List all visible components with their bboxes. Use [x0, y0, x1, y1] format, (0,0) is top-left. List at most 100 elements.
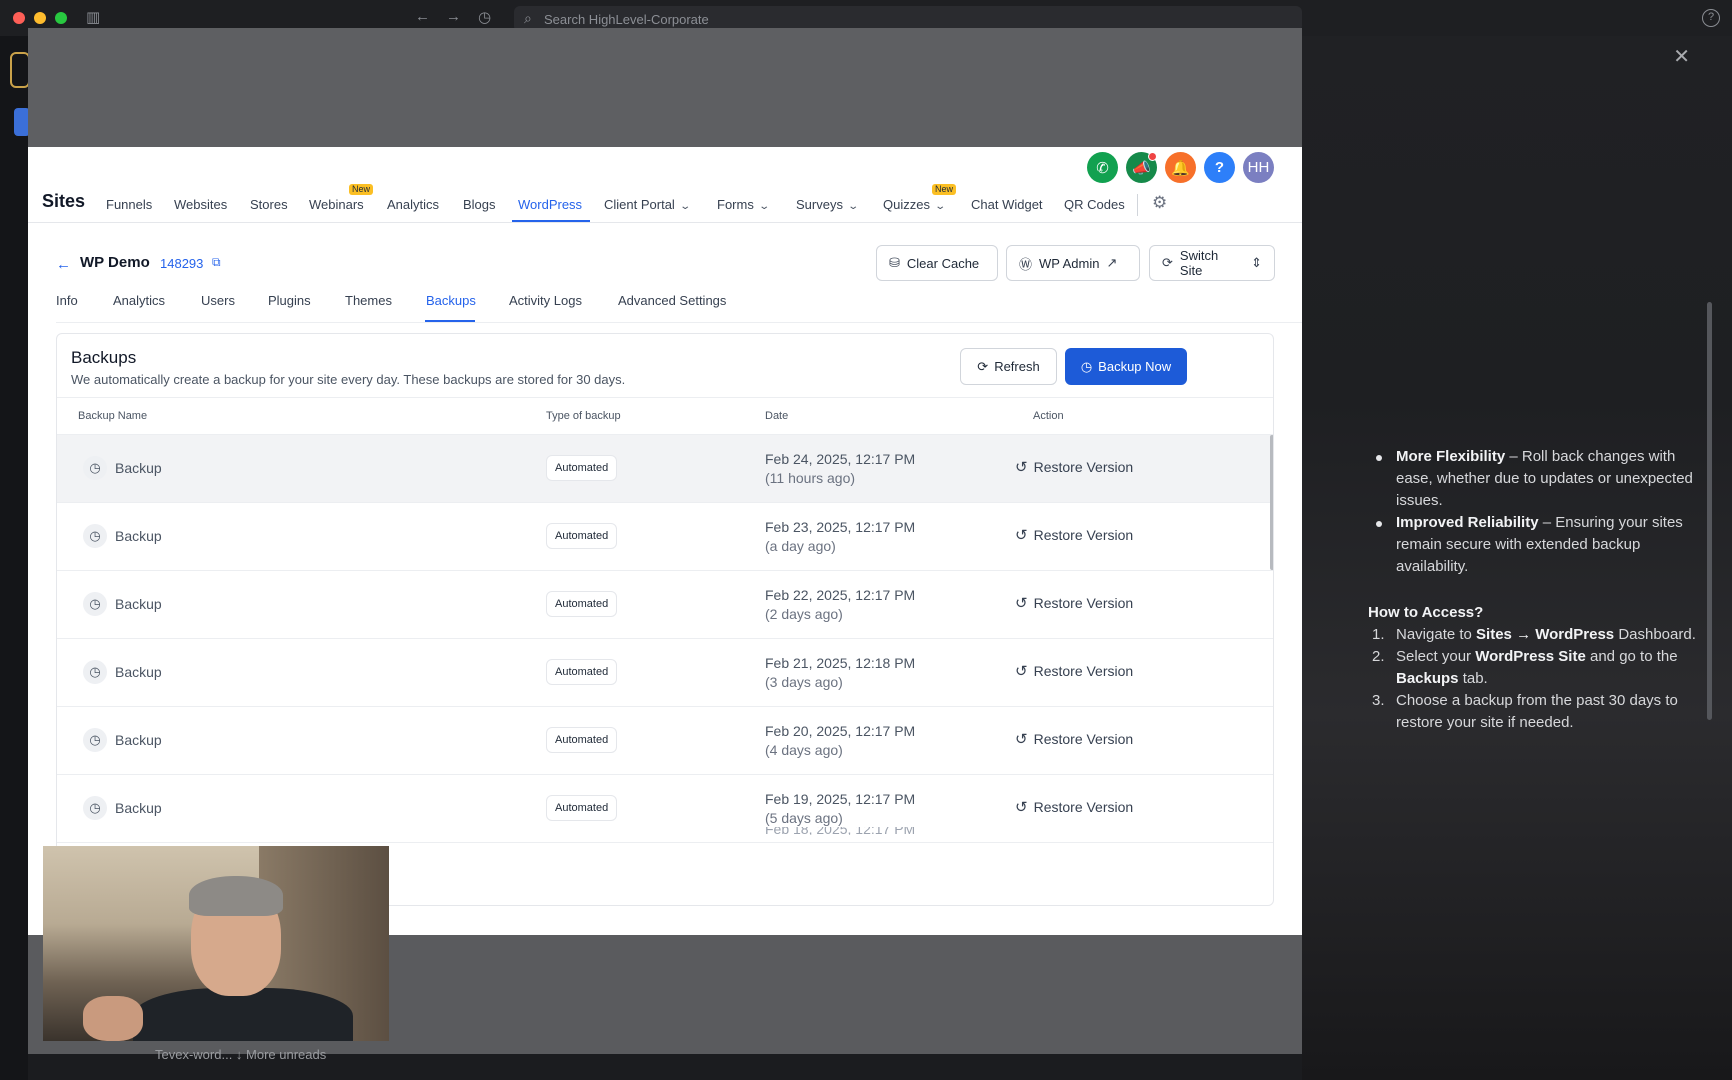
background-app-icon	[10, 52, 30, 88]
clock-icon: ◷	[83, 660, 107, 684]
tab-themes[interactable]: Themes	[345, 293, 392, 308]
nav-item-blogs[interactable]: Blogs	[463, 197, 496, 212]
tab-info[interactable]: Info	[56, 293, 78, 308]
chevron-down-icon: ⌄	[758, 201, 770, 212]
backup-name: Backup	[115, 800, 162, 816]
search-icon: ⌕	[524, 10, 532, 26]
zoom-window-button[interactable]	[55, 12, 67, 24]
avatar[interactable]: HH	[1243, 152, 1274, 183]
backup-now-button[interactable]: ◷ Backup Now	[1065, 348, 1187, 385]
new-badge: New	[932, 184, 957, 195]
help-button[interactable]: ?	[1204, 152, 1235, 183]
help-icon[interactable]: ?	[1702, 9, 1720, 27]
backup-relative-date: (3 days ago)	[765, 674, 843, 690]
restore-icon: ↺	[1015, 527, 1028, 544]
nav-item-chat-widget[interactable]: Chat Widget	[971, 197, 1043, 212]
site-tabs: Info Analytics Users Plugins Themes Back…	[28, 287, 1302, 323]
benefits-list: More Flexibility – Roll back changes wit…	[1368, 446, 1698, 578]
section-title: Backups	[71, 348, 137, 367]
restore-icon: ↺	[1015, 459, 1028, 476]
nav-item-wordpress[interactable]: WordPress	[518, 197, 582, 212]
tab-users[interactable]: Users	[201, 293, 235, 308]
megaphone-icon[interactable]: 📣	[1126, 152, 1157, 183]
backup-name: Backup	[115, 528, 162, 544]
phone-icon[interactable]: ✆	[1087, 152, 1118, 183]
step-item: 1. Navigate to Sites → WordPress Dashboar…	[1372, 626, 1696, 643]
restore-version-button[interactable]: ↺ Restore Version	[1015, 526, 1133, 544]
backup-date: Feb 19, 2025, 12:17 PM	[765, 791, 916, 807]
minimize-window-button[interactable]	[34, 12, 46, 24]
tab-activity-logs[interactable]: Activity Logs	[509, 293, 582, 308]
nav-item-client-portal[interactable]: Client Portal ⌄	[604, 197, 691, 212]
database-icon: ⛁	[889, 255, 900, 270]
close-window-button[interactable]	[13, 12, 25, 24]
wordpress-icon: Ⓦ	[1019, 256, 1033, 272]
section-description: We automatically create a backup for you…	[71, 372, 626, 387]
backup-relative-date: (11 hours ago)	[765, 470, 856, 486]
refresh-icon: ⟳	[977, 358, 989, 374]
site-id: 148293	[160, 256, 204, 271]
switch-site-button[interactable]: ⟳ Switch Site ⇕	[1149, 245, 1275, 281]
nav-item-qr-codes[interactable]: QR Codes	[1064, 197, 1125, 212]
clock-icon: ◷	[1080, 358, 1093, 374]
nav-divider	[1137, 194, 1138, 216]
nav-item-forms[interactable]: Forms ⌄	[717, 197, 770, 212]
table-row: ◷ Backup Automated Feb 21, 2025, 12:18 P…	[57, 639, 1273, 707]
nav-item-stores[interactable]: Stores	[250, 197, 288, 212]
backup-type-badge: Automated	[546, 659, 618, 685]
active-nav-indicator	[512, 220, 590, 222]
clock-icon: ◷	[83, 456, 107, 480]
table-row: ◷ Backup Automated Feb 19, 2025, 12:17 P…	[57, 775, 1273, 843]
steps-list: 1. Navigate to Sites → WordPress Dashboar…	[1368, 624, 1698, 734]
nav-item-funnels[interactable]: Funnels	[106, 197, 152, 212]
step-item: 2. Select your WordPress Site and go to t…	[1372, 648, 1678, 687]
wp-admin-label: WP Admin	[1039, 255, 1100, 271]
nav-item-websites[interactable]: Websites	[174, 197, 227, 212]
tab-advanced-settings[interactable]: Advanced Settings	[618, 293, 726, 308]
tab-backups[interactable]: Backups	[426, 293, 476, 308]
history-icon[interactable]: ◷	[478, 8, 491, 26]
nav-item-quizzes[interactable]: Quizzes ⌄	[883, 197, 947, 212]
table-row: ◷ Backup Automated Feb 23, 2025, 12:17 P…	[57, 503, 1273, 571]
copy-icon[interactable]: ⧉	[212, 255, 221, 270]
nav-item-surveys[interactable]: Surveys ⌄	[796, 197, 860, 212]
column-header: Date	[765, 410, 789, 422]
nav-item-analytics[interactable]: Analytics	[387, 197, 439, 212]
refresh-button[interactable]: ⟳ Refresh	[960, 348, 1057, 385]
backup-name: Backup	[115, 732, 162, 748]
restore-icon: ↺	[1015, 799, 1028, 816]
restore-version-button[interactable]: ↺ Restore Version	[1015, 798, 1133, 816]
wp-admin-button[interactable]: Ⓦ WP Admin ↗	[1006, 245, 1140, 281]
clock-icon: ◷	[83, 592, 107, 616]
backup-name: Backup	[115, 664, 162, 680]
forward-arrow-icon[interactable]: →	[446, 8, 461, 25]
nav-item-webinars[interactable]: Webinars	[309, 197, 364, 212]
clear-cache-button[interactable]: ⛁ Clear Cache	[876, 245, 998, 281]
backup-name: Backup	[115, 596, 162, 612]
bell-icon[interactable]: 🔔	[1165, 152, 1196, 183]
close-icon[interactable]: ✕	[1673, 44, 1690, 69]
restore-version-button[interactable]: ↺ Restore Version	[1015, 458, 1133, 476]
backup-name: Backup	[115, 460, 162, 476]
sidebar-toggle-icon[interactable]: ▥	[86, 8, 100, 26]
chevron-down-icon: ⌄	[934, 201, 947, 212]
switch-icon: ⟳	[1162, 255, 1173, 270]
gear-icon[interactable]: ⚙	[1152, 193, 1167, 213]
backup-now-label: Backup Now	[1098, 359, 1172, 374]
restore-version-button[interactable]: ↺ Restore Version	[1015, 594, 1133, 612]
partial-row-date: Feb 18, 2025, 12:17 PM	[765, 827, 916, 835]
table-row: ◷ Backup Automated Feb 20, 2025, 12:17 P…	[57, 707, 1273, 775]
chevron-down-icon: ⌄	[847, 201, 860, 212]
back-arrow-icon[interactable]: ←	[56, 256, 71, 273]
table-scrollbar[interactable]	[1270, 435, 1273, 570]
benefit-item: Improved Reliability – Ensuring your sit…	[1368, 512, 1698, 578]
tab-plugins[interactable]: Plugins	[268, 293, 311, 308]
tab-analytics[interactable]: Analytics	[113, 293, 165, 308]
panel-scrollbar[interactable]	[1707, 302, 1712, 720]
backup-relative-date: (2 days ago)	[765, 606, 843, 622]
column-header: Action	[1033, 410, 1064, 422]
new-badge: New	[349, 184, 374, 195]
restore-version-button[interactable]: ↺ Restore Version	[1015, 730, 1133, 748]
back-arrow-icon[interactable]: ←	[415, 8, 430, 25]
restore-version-button[interactable]: ↺ Restore Version	[1015, 662, 1133, 680]
